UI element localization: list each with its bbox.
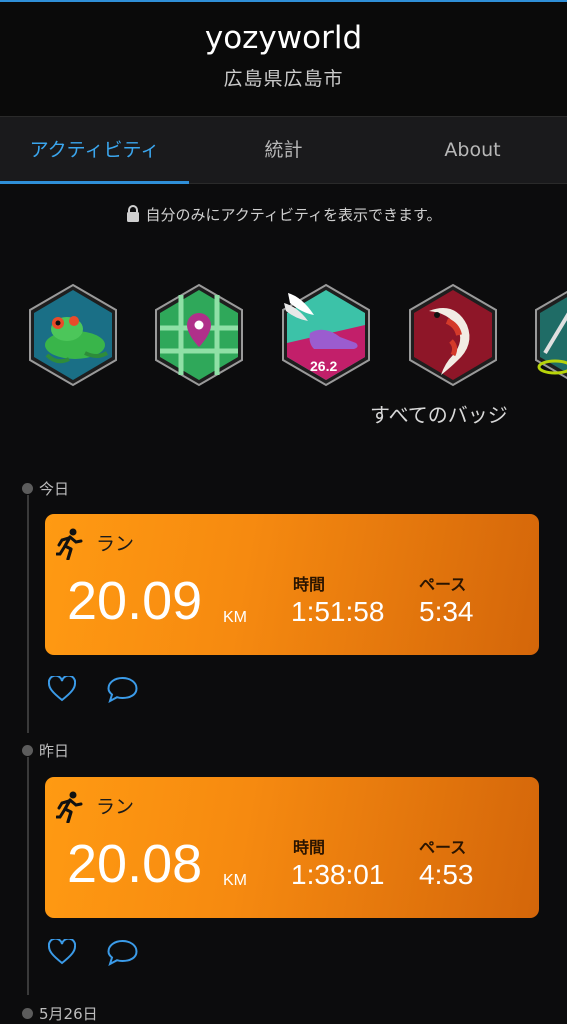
timeline-line	[27, 757, 29, 995]
time-label: 時間	[293, 575, 326, 594]
profile-location: 広島県広島市	[223, 68, 344, 90]
time-value: 1:51:58	[291, 596, 385, 627]
badge-carousel[interactable]: 26.2	[0, 283, 567, 388]
date-label-may26: 5月26日	[39, 1005, 98, 1023]
timeline-dot	[22, 1008, 33, 1019]
timeline-dot	[22, 745, 33, 756]
koi-fish-badge-icon[interactable]	[407, 283, 499, 387]
comment-bubble-icon[interactable]	[107, 676, 138, 707]
frog-badge-icon[interactable]	[27, 283, 119, 387]
timeline-dot	[22, 483, 33, 494]
partial-badge-icon[interactable]	[533, 283, 567, 387]
all-badges-link[interactable]: すべてのバッジ	[370, 399, 508, 428]
pace-value: 4:53	[419, 859, 474, 890]
lock-icon	[126, 205, 139, 222]
tab-bar: アクティビティ 統計 About	[0, 116, 567, 184]
active-tab-indicator	[0, 181, 189, 184]
profile-header: yozyworld 広島県広島市	[0, 2, 567, 116]
activity-card[interactable]: ラン 20.09 KM 時間 1:51:58 ペース 5:34	[45, 514, 539, 655]
pace-label: ペース	[419, 575, 467, 594]
distance-unit: KM	[223, 872, 247, 889]
badge-marathon-label: 26.2	[310, 358, 337, 374]
running-icon	[56, 528, 83, 560]
time-label: 時間	[293, 838, 326, 857]
privacy-notice: 自分のみにアクティビティを表示できます。	[0, 204, 567, 225]
activity-card[interactable]: ラン 20.08 KM 時間 1:38:01 ペース 4:53	[45, 777, 539, 918]
pace-label: ペース	[419, 838, 467, 857]
tab-activities[interactable]: アクティビティ	[0, 117, 189, 183]
date-label-today: 今日	[39, 480, 70, 498]
distance-value: 20.08	[67, 834, 203, 894]
distance-unit: KM	[223, 609, 247, 626]
activity-type: ラン	[96, 796, 135, 818]
timeline-line	[27, 495, 29, 733]
like-heart-icon[interactable]	[47, 937, 77, 969]
date-label-yesterday: 昨日	[39, 742, 70, 760]
distance-value: 20.09	[67, 571, 203, 631]
marathon-shoe-badge-icon[interactable]: 26.2	[280, 283, 372, 387]
tab-about[interactable]: About	[378, 117, 567, 183]
tab-stats[interactable]: 統計	[189, 117, 378, 183]
pace-value: 5:34	[419, 596, 474, 627]
activity-type: ラン	[96, 533, 135, 555]
privacy-notice-text: 自分のみにアクティビティを表示できます。	[145, 206, 442, 224]
map-pin-badge-icon[interactable]	[153, 283, 245, 387]
like-heart-icon[interactable]	[47, 674, 77, 706]
profile-name: yozyworld	[204, 20, 363, 56]
comment-bubble-icon[interactable]	[107, 939, 138, 970]
time-value: 1:38:01	[291, 859, 385, 890]
running-icon	[56, 791, 83, 823]
